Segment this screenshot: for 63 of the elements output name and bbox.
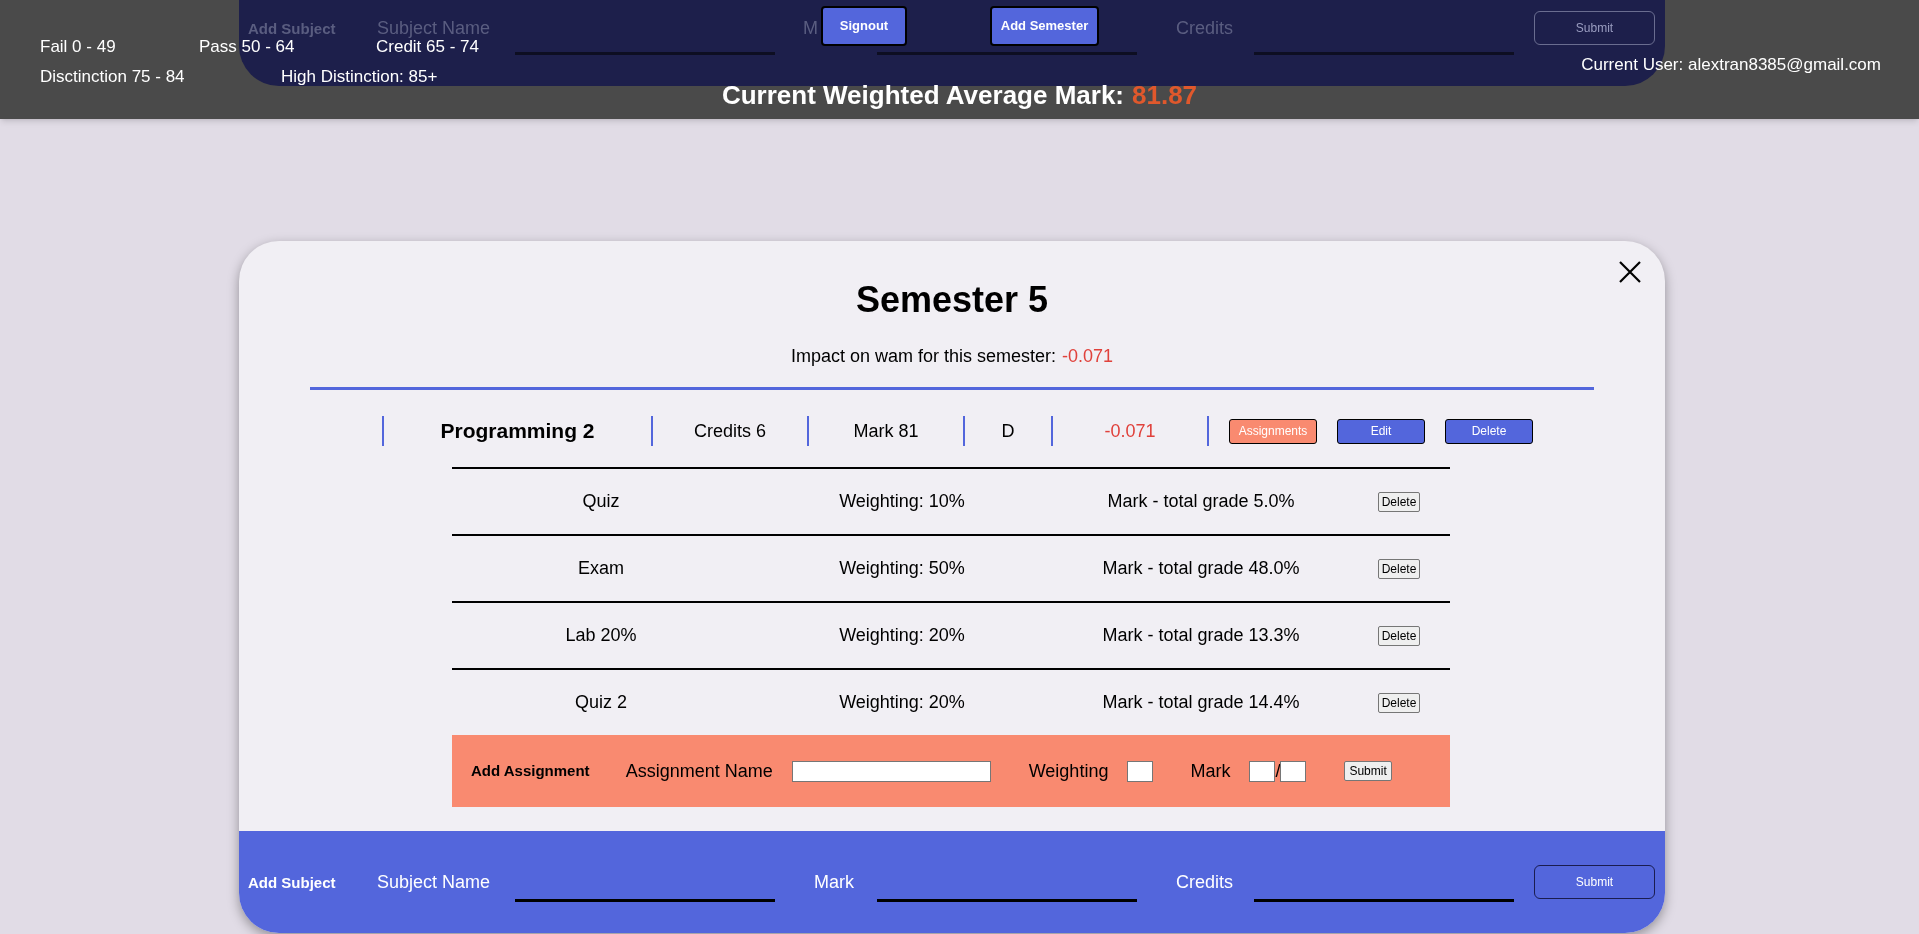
field-label: Assignment Name <box>625 759 773 783</box>
submit-button[interactable]: Submit <box>1344 761 1392 781</box>
delete-button[interactable]: Delete <box>1377 625 1421 646</box>
header-button[interactable]: Add Semester <box>990 6 1099 46</box>
grade-band-label: Pass 50 - 64 <box>199 38 295 55</box>
field-label: Mark <box>1190 759 1231 783</box>
assignment-name: Quiz 2 <box>575 691 627 714</box>
grade-band-label: Disctinction 75 - 84 <box>40 68 185 85</box>
text-field[interactable] <box>877 898 1137 902</box>
mark-field[interactable] <box>1249 760 1276 782</box>
assignment-name: Exam <box>578 557 624 580</box>
assignment-name: Lab 20% <box>565 624 637 647</box>
text-field[interactable] <box>515 51 775 55</box>
field-label: Credits <box>1176 19 1233 37</box>
delete-button[interactable]: Delete <box>1377 692 1421 713</box>
grade-label: D <box>1001 419 1015 443</box>
close-icon[interactable] <box>1618 260 1642 284</box>
semester-title: Semester 5 <box>855 278 1049 322</box>
assignment-name-field[interactable] <box>791 760 991 782</box>
field-label: Subject Name <box>377 19 491 37</box>
form-title: Add Subject <box>248 874 336 890</box>
field-label: Weighting <box>1028 759 1109 783</box>
field-label: Subject Name <box>377 873 491 891</box>
assignment-weighting: Weighting: 20% <box>839 691 965 714</box>
grade-band-label: High Distinction: 85+ <box>281 68 438 85</box>
assignment-weighting: Weighting: 50% <box>839 557 965 580</box>
weighting-field[interactable] <box>1127 760 1154 782</box>
impact-label: Impact on wam for this semester: <box>790 345 1056 368</box>
field-label: Mark <box>814 873 854 891</box>
grade-band-label: Credit 65 - 74 <box>376 38 479 55</box>
impact-value: -0.071 <box>1062 345 1114 368</box>
text-field[interactable] <box>1254 51 1514 55</box>
submit-button[interactable]: Submit <box>1534 11 1655 45</box>
text-field[interactable] <box>515 898 775 902</box>
assignment-total-grade: Mark - total grade 48.0% <box>1102 557 1300 580</box>
mark-total-field[interactable] <box>1280 760 1307 782</box>
delete-button[interactable]: Delete <box>1377 558 1421 579</box>
field-label: Credits <box>1176 873 1233 891</box>
text-field[interactable] <box>1254 898 1514 902</box>
assignment-weighting: Weighting: 20% <box>839 624 965 647</box>
subject-name: Programming 2 <box>440 418 595 445</box>
assignment-total-grade: Mark - total grade 14.4% <box>1102 691 1300 714</box>
assignment-total-grade: Mark - total grade 13.3% <box>1102 624 1300 647</box>
separator-label: / <box>1275 759 1281 783</box>
credits-label: Credits 6 <box>694 419 766 443</box>
submit-button[interactable]: Submit <box>1534 865 1655 899</box>
assignment-weighting: Weighting: 10% <box>839 490 965 513</box>
text-field[interactable] <box>877 51 1137 55</box>
form-title: Add Subject <box>248 20 336 36</box>
assignment-total-grade: Mark - total grade 5.0% <box>1107 490 1295 513</box>
wam-label: Current Weighted Average Mark: <box>721 79 1124 112</box>
assignment-name: Quiz <box>582 490 620 513</box>
impact-value: -0.071 <box>1104 419 1156 443</box>
mark-label: Mark 81 <box>853 419 919 443</box>
delete-button[interactable]: Delete <box>1377 491 1421 512</box>
current-user-label: Current User: alextran8385@gmail.com <box>1581 54 1881 76</box>
grade-band-label: Fail 0 - 49 <box>40 38 116 55</box>
field-label: M <box>803 19 818 37</box>
header-button[interactable]: Signout <box>821 6 907 46</box>
subject-button[interactable]: Delete <box>1445 418 1533 444</box>
subject-button[interactable]: Edit <box>1337 418 1425 444</box>
add-assignment-title: Add Assignment <box>471 760 590 781</box>
wam-value: 81.87 <box>1132 79 1198 112</box>
